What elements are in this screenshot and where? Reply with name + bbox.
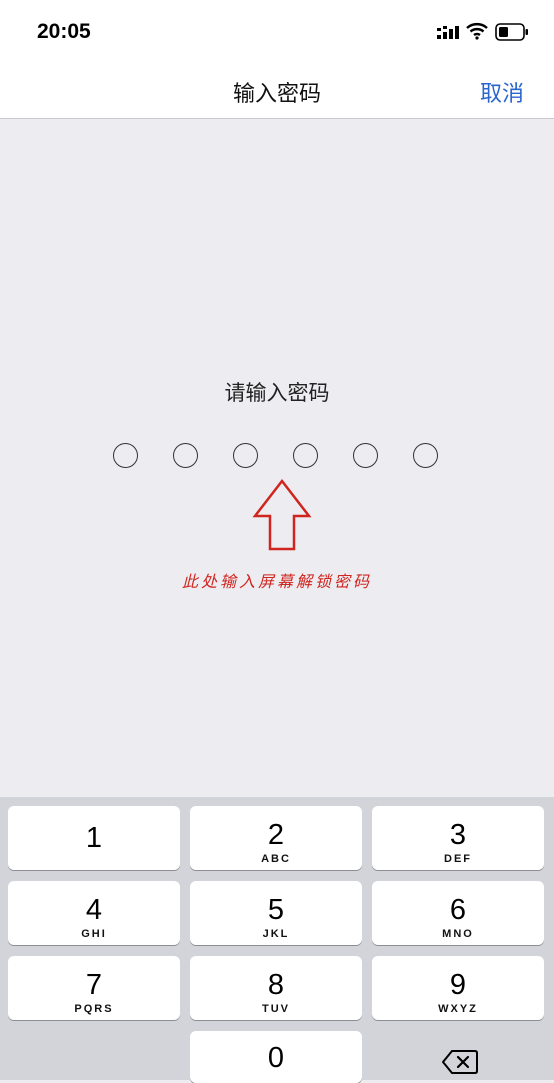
key-letters: WXYZ [438,1003,478,1015]
key-digit: 4 [85,894,103,926]
key-letters: PQRS [74,1003,114,1015]
key-8[interactable]: 8 TUV [190,956,362,1020]
key-7[interactable]: 7 PQRS [8,956,180,1020]
passcode-dot [293,443,318,468]
key-letters: DEF [444,853,472,865]
key-3[interactable]: 3 DEF [372,806,544,870]
annotation-text: 此处输入屏幕解锁密码 [181,572,372,591]
signal-icon [437,26,459,39]
key-letters: MNO [442,928,474,940]
nav-bar: 输入密码 取消 [0,64,554,119]
key-letters: ABC [261,853,291,865]
passcode-dot [173,443,198,468]
key-digit: 1 [85,822,103,854]
backspace-icon[interactable] [440,1047,480,1077]
key-6[interactable]: 6 MNO [372,881,544,945]
key-digit: 8 [267,969,285,1001]
status-bar: 20:05 [0,0,554,64]
key-digit: 2 [267,819,285,851]
passcode-dot [413,443,438,468]
key-9[interactable]: 9 WXYZ [372,956,544,1020]
page-title: 输入密码 [232,82,321,107]
key-4[interactable]: 4 GHI [8,881,180,945]
key-2[interactable]: 2 ABC [190,806,362,870]
battery-icon [495,23,528,41]
key-5[interactable]: 5 JKL [190,881,362,945]
key-0[interactable]: 0 [190,1031,362,1083]
passcode-dots [113,443,443,471]
status-time: 20:05 [37,20,91,43]
cancel-button[interactable]: 取消 [480,76,524,108]
key-letters: GHI [81,928,107,940]
passcode-prompt: 请输入密码 [224,381,330,405]
key-digit: 0 [267,1042,285,1074]
key-digit: 9 [449,969,467,1001]
wifi-icon [466,23,488,40]
key-digit: 5 [267,894,285,926]
passcode-dot [353,443,378,468]
up-arrow-icon [252,478,312,551]
key-letters: TUV [262,1003,290,1015]
passcode-dot [233,443,258,468]
key-1[interactable]: 1 [8,806,180,870]
key-letters: JKL [262,928,290,940]
key-digit: 3 [449,819,467,851]
key-digit: 7 [85,969,103,1001]
passcode-dot [113,443,138,468]
key-digit: 6 [449,894,467,926]
